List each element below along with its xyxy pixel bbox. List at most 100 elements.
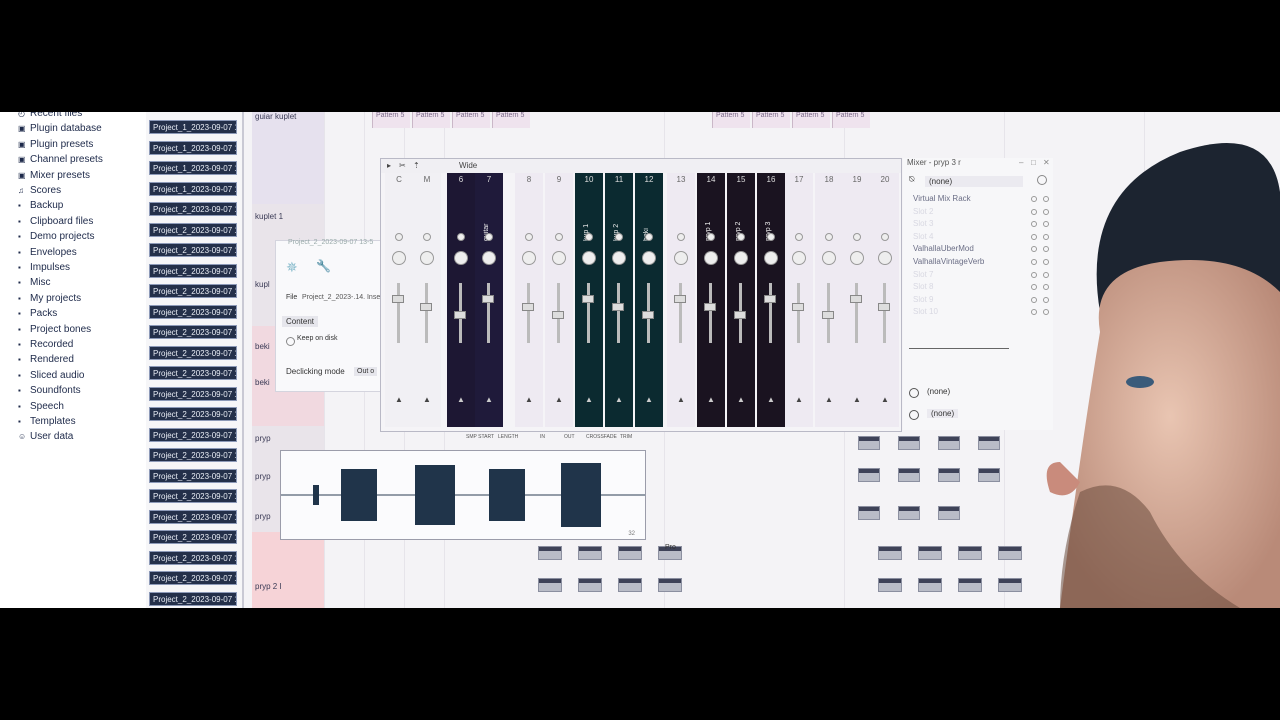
wave-tab[interactable]: IN <box>540 434 545 440</box>
browser-item[interactable]: ▪ Clipboard files <box>18 216 93 228</box>
volume-fader[interactable] <box>883 283 886 343</box>
insert-slot[interactable]: Slot 3 <box>913 219 1049 228</box>
fader-cap[interactable] <box>552 311 564 319</box>
mix-level-knob[interactable] <box>1031 233 1037 240</box>
pan-knob[interactable] <box>825 233 833 241</box>
volume-knob[interactable] <box>552 251 566 265</box>
mix-level-knob[interactable] <box>1031 296 1037 303</box>
wave-tab[interactable]: LENGTH <box>498 434 518 440</box>
volume-fader[interactable] <box>855 283 858 343</box>
mix-level-knob[interactable] <box>1031 208 1037 215</box>
volume-fader[interactable] <box>527 283 530 343</box>
file-item[interactable]: Project_2_2023-09-07 1.. <box>149 345 237 360</box>
volume-fader[interactable] <box>709 283 712 343</box>
audio-clip[interactable] <box>858 436 880 450</box>
audio-clip[interactable] <box>898 468 920 482</box>
volume-fader[interactable] <box>487 283 490 343</box>
fader-cap[interactable] <box>850 295 862 303</box>
track-label[interactable]: beki <box>255 342 270 351</box>
track-label[interactable]: guiar kuplet <box>255 112 296 121</box>
insert-slot[interactable]: Slot 4 <box>913 232 1049 241</box>
pan-knob[interactable] <box>423 233 431 241</box>
file-item[interactable]: Project_1_2023-09-07 1.. <box>149 161 237 175</box>
mix-level-knob[interactable] <box>1031 284 1037 291</box>
fader-cap[interactable] <box>392 295 404 303</box>
volume-knob[interactable] <box>392 251 406 265</box>
fader-cap[interactable] <box>522 303 534 311</box>
fader-cap[interactable] <box>582 295 594 303</box>
pan-knob[interactable] <box>677 233 685 241</box>
volume-knob[interactable] <box>612 251 626 265</box>
insert-slot[interactable]: Slot 10 <box>913 307 1049 316</box>
file-item[interactable]: Project_2_2023-09-07 1.. <box>149 263 237 278</box>
audio-clip[interactable] <box>618 578 642 592</box>
browser-item[interactable]: ▪ Sliced audio <box>18 370 84 382</box>
audio-clip[interactable] <box>938 506 960 520</box>
waveform-icon[interactable]: ✵ <box>286 259 298 276</box>
audio-clip[interactable] <box>538 546 562 560</box>
insert-slot[interactable]: ValhallaUberMod <box>913 244 1049 253</box>
browser-item[interactable]: ☺ User data <box>18 431 73 443</box>
audio-clip[interactable] <box>998 546 1022 560</box>
pan-knob[interactable] <box>795 233 803 241</box>
volume-knob[interactable] <box>734 251 748 265</box>
audio-clip[interactable] <box>578 546 602 560</box>
keep-on-disk-radio[interactable] <box>286 337 295 346</box>
mixer-strip[interactable]: 18 ▲ <box>815 173 843 427</box>
route-arrow-icon[interactable]: ▲ <box>881 395 889 404</box>
browser-item[interactable]: ▪ Misc <box>18 277 51 289</box>
browser-item[interactable]: ▣ Channel presets <box>18 154 103 166</box>
pattern-clip[interactable]: Pattern 5 <box>712 112 750 128</box>
volume-fader[interactable] <box>797 283 800 343</box>
track-label[interactable]: pryp 2 I <box>255 582 282 591</box>
fader-cap[interactable] <box>704 303 716 311</box>
fader-cap[interactable] <box>878 303 890 311</box>
send-bottom[interactable]: (none) <box>909 409 1039 420</box>
mixer-strip[interactable]: 8 ▲ <box>515 173 543 427</box>
audio-clip[interactable] <box>898 436 920 450</box>
volume-fader[interactable] <box>397 283 400 343</box>
audio-clip[interactable] <box>878 578 902 592</box>
browser-item[interactable]: ▪ Speech <box>18 401 64 413</box>
browser-item[interactable]: ▪ My projects <box>18 293 81 305</box>
pattern-clip[interactable]: Pattern 5 <box>832 112 870 128</box>
wave-tab[interactable]: CROSSFADE <box>586 434 617 440</box>
mixer-strip[interactable]: 16 pryp 3 ▲ <box>757 173 785 427</box>
route-arrow-icon[interactable]: ▲ <box>555 395 563 404</box>
fader-cap[interactable] <box>612 303 624 311</box>
audio-clip[interactable] <box>618 546 642 560</box>
browser-item[interactable]: ▪ Demo projects <box>18 231 94 243</box>
pan-knob[interactable] <box>853 233 861 241</box>
browser-item[interactable]: ▣ Mixer presets <box>18 170 90 182</box>
track-label[interactable]: pryp <box>255 512 271 521</box>
audio-clip[interactable]: Pro <box>658 544 682 560</box>
mixer-strip[interactable]: 6 ▲ <box>447 173 475 427</box>
file-value[interactable]: Project_2_2023-.14. Inse <box>302 294 380 301</box>
volume-knob[interactable] <box>822 251 836 265</box>
file-item[interactable]: Project_1_2023-09-07 1.. <box>149 140 237 155</box>
file-item[interactable]: Project_2_2023-09-07 1.. <box>149 530 237 544</box>
wave-tab[interactable]: TRIM <box>620 434 632 440</box>
mix-level-knob[interactable] <box>1031 196 1037 202</box>
audio-clip[interactable] <box>578 578 602 592</box>
track-label[interactable]: pryp <box>255 434 271 443</box>
volume-fader[interactable] <box>617 283 620 343</box>
waveform-view[interactable]: 32 <box>280 450 646 540</box>
file-item[interactable]: Project_2_2023-09-07 1.. <box>149 304 237 319</box>
pan-knob[interactable] <box>485 233 493 241</box>
route-arrow-icon[interactable]: ▲ <box>767 395 775 404</box>
route-arrow-icon[interactable]: ▲ <box>615 395 623 404</box>
route-arrow-icon[interactable]: ▲ <box>737 395 745 404</box>
pan-knob[interactable] <box>707 233 715 241</box>
file-item[interactable]: Project_2_2023-09-07 1.. <box>149 386 237 401</box>
pan-knob[interactable] <box>737 233 745 241</box>
volume-knob[interactable] <box>704 251 718 265</box>
browser-item[interactable]: ▪ Envelopes <box>18 247 77 259</box>
file-item[interactable]: Project_2_2023-09-07 1.. <box>149 571 237 585</box>
route-arrow-icon[interactable]: ▲ <box>525 395 533 404</box>
mix-level-knob[interactable] <box>1031 246 1037 253</box>
mixer-strip[interactable]: 17 ▲ <box>785 173 813 427</box>
track-label[interactable]: kupl <box>255 280 270 289</box>
route-arrow-icon[interactable]: ▲ <box>645 395 653 404</box>
view-mode[interactable]: Wide <box>459 161 477 170</box>
